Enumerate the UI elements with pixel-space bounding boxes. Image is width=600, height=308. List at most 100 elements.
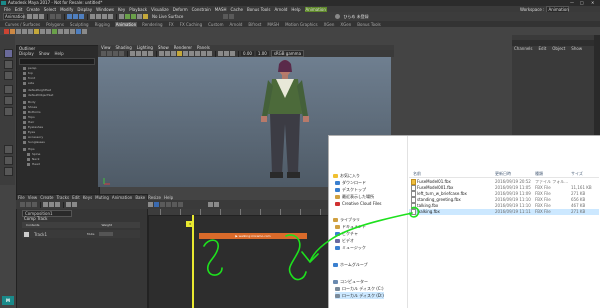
- shelf-tab-curves-surfaces[interactable]: Curves / Surfaces: [4, 22, 41, 27]
- lasso-tool-icon[interactable]: [4, 60, 13, 69]
- outliner-item[interactable]: Spine: [27, 152, 40, 156]
- trax-editor-icon[interactable]: [28, 28, 33, 34]
- lattice-icon[interactable]: [76, 28, 81, 34]
- channel-menu-show[interactable]: Show: [571, 46, 582, 51]
- gate-mask-icon[interactable]: [148, 51, 153, 56]
- menu-visualize[interactable]: Visualize: [151, 7, 169, 12]
- shelf-tab-rendering[interactable]: Rendering: [141, 22, 163, 27]
- outliner-menu-help[interactable]: Help: [55, 51, 64, 56]
- render-icon[interactable]: [125, 14, 130, 19]
- frame-all-icon[interactable]: [66, 202, 71, 207]
- outliner-item[interactable]: defaultLightSet: [23, 88, 51, 92]
- xray-icon[interactable]: [224, 51, 229, 56]
- resolution-gate-icon[interactable]: [142, 51, 147, 56]
- outliner-item[interactable]: Eyes: [23, 130, 35, 134]
- camera-attributes-icon[interactable]: [107, 51, 112, 56]
- outliner-item[interactable]: Body: [23, 100, 36, 104]
- mute-track-icon[interactable]: [172, 202, 177, 207]
- outliner-menu-show[interactable]: Show: [39, 51, 50, 56]
- nav-music[interactable]: ミュージック: [335, 244, 366, 251]
- animation-clip[interactable]: ▶ walking:mixamo.com: [199, 233, 307, 239]
- channel-menu-edit[interactable]: Edit: [539, 46, 547, 51]
- color-space-select[interactable]: sRGB gamma: [270, 50, 305, 57]
- nav-favorites[interactable]: お気に入り: [333, 172, 360, 179]
- xray-joints-icon[interactable]: [230, 51, 235, 56]
- snap-icon[interactable]: [154, 202, 159, 207]
- shelf-tab-fx[interactable]: FX: [168, 22, 175, 27]
- column-name[interactable]: 名前: [413, 170, 421, 177]
- menu-display[interactable]: Display: [77, 7, 92, 12]
- ipr-render-icon[interactable]: [131, 14, 136, 19]
- menu-help[interactable]: Help: [291, 7, 300, 12]
- menu-file[interactable]: File: [4, 7, 11, 12]
- outliner-item[interactable]: persp: [23, 66, 36, 70]
- live-surface-label[interactable]: No Live Surface: [152, 14, 183, 19]
- wireframe-icon[interactable]: [159, 51, 164, 56]
- outliner-item[interactable]: Accessory: [23, 135, 43, 139]
- nav-libraries[interactable]: ライブラリ: [333, 216, 360, 223]
- outliner-item[interactable]: Head: [27, 162, 40, 166]
- paint-weights-icon[interactable]: [64, 28, 69, 34]
- four-view-icon[interactable]: [4, 156, 13, 165]
- nav-homegroup[interactable]: ホームグループ: [333, 261, 368, 268]
- menu-edit[interactable]: Edit: [15, 7, 23, 12]
- menu-windows[interactable]: Windows: [96, 7, 114, 12]
- shelf-tab-mash[interactable]: MASH: [266, 22, 280, 27]
- composition-icon[interactable]: [20, 202, 25, 207]
- bookmark-icon[interactable]: [113, 51, 118, 56]
- column-size[interactable]: サイズ: [571, 170, 583, 177]
- ik-handle-icon[interactable]: [52, 28, 57, 34]
- snap-point-icon[interactable]: [102, 14, 107, 19]
- snap-curve-icon[interactable]: [96, 14, 101, 19]
- smooth-shade-icon[interactable]: [165, 51, 170, 56]
- render-settings-icon[interactable]: [137, 14, 142, 19]
- menu-arnold[interactable]: Arnold: [274, 7, 287, 12]
- shelf-tab-bifrost[interactable]: Bifrost: [247, 22, 262, 27]
- workspace-icon[interactable]: [229, 14, 235, 19]
- single-view-icon[interactable]: [4, 145, 13, 154]
- set-breakdown-icon[interactable]: [10, 28, 15, 34]
- grid-icon[interactable]: [130, 51, 135, 56]
- relative-keys-icon[interactable]: [208, 202, 213, 207]
- add-clip-icon[interactable]: [32, 202, 37, 207]
- isolate-select-icon[interactable]: [218, 51, 223, 56]
- time-editor-timeline[interactable]: [148, 215, 336, 308]
- dope-sheet-icon[interactable]: [22, 28, 27, 34]
- nav-recent-places[interactable]: 最近表示した場所: [335, 193, 374, 200]
- outliner-item[interactable]: Shoes: [23, 105, 37, 109]
- playhead[interactable]: [192, 215, 194, 308]
- ungroup-icon[interactable]: [49, 202, 54, 207]
- outliner-menu-display[interactable]: Display: [19, 51, 34, 56]
- symmetry-icon[interactable]: [223, 14, 229, 19]
- nav-disk-d[interactable]: ローカル ディスク (D:): [335, 292, 384, 299]
- weight-slider[interactable]: [98, 232, 113, 236]
- outliner-item[interactable]: Eyelashes: [23, 125, 43, 129]
- split-icon[interactable]: [55, 202, 60, 207]
- loop-icon[interactable]: [166, 202, 171, 207]
- lights-icon[interactable]: [177, 51, 182, 56]
- new-scene-icon[interactable]: [27, 14, 32, 19]
- menu-modify[interactable]: Modify: [60, 7, 73, 12]
- hypershade-icon[interactable]: [143, 14, 148, 19]
- menu-playback[interactable]: Playback: [129, 7, 147, 12]
- shelf-tab-rigging[interactable]: Rigging: [94, 22, 111, 27]
- depth-of-field-icon[interactable]: [207, 51, 212, 56]
- snap-grid-icon[interactable]: [90, 14, 95, 19]
- track-name[interactable]: Track1: [34, 232, 47, 237]
- motion-blur-icon[interactable]: [195, 51, 200, 56]
- outliner-item[interactable]: Sunglasses: [23, 140, 45, 144]
- graph-editor-icon[interactable]: [16, 28, 21, 34]
- scale-tool-icon[interactable]: [4, 107, 13, 116]
- film-gate-icon[interactable]: [136, 51, 141, 56]
- menu-select[interactable]: Select: [44, 7, 56, 12]
- outliner-search-field[interactable]: [19, 58, 95, 65]
- motion-trail-icon[interactable]: [40, 28, 45, 34]
- shelf-tab-bonus-tools[interactable]: Bonus Tools: [356, 22, 381, 27]
- nav-videos[interactable]: ビデオ: [335, 237, 354, 244]
- outliner-item[interactable]: side: [23, 81, 34, 85]
- select-hierarchy-icon[interactable]: [67, 14, 72, 19]
- shelf-tab-arnold[interactable]: Arnold: [228, 22, 243, 27]
- gamma-value[interactable]: 1.00: [255, 51, 269, 56]
- menu-mash[interactable]: MASH: [215, 7, 227, 12]
- column-type[interactable]: 種類: [535, 170, 543, 177]
